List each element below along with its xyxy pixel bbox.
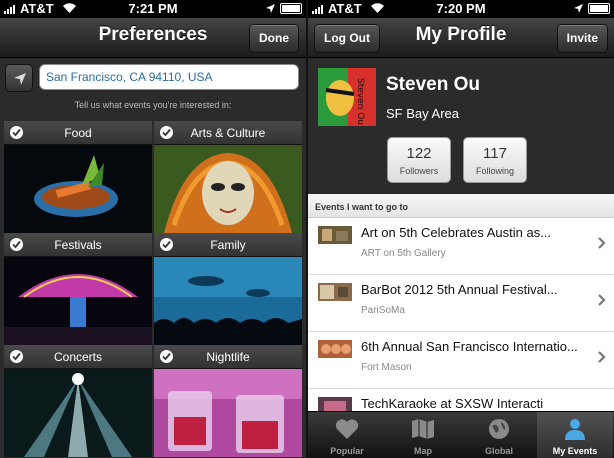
interests-hint: Tell us what events you're interested in… (74, 100, 232, 110)
event-venue: PariSoMa (361, 305, 405, 316)
map-icon (412, 419, 434, 439)
following-button[interactable]: 117 Following (463, 137, 527, 183)
profile-name: Steven Ou (386, 74, 480, 95)
battery-icon (280, 3, 302, 14)
following-label: Following (475, 166, 515, 176)
heart-icon (335, 419, 359, 439)
event-title: BarBot 2012 5th Annual Festival... (361, 282, 558, 297)
category-label: Festivals (54, 238, 102, 252)
followers-count: 122 (406, 145, 432, 162)
event-title: Art on 5th Celebrates Austin as... (361, 225, 552, 240)
battery-icon (588, 3, 610, 14)
event-title: 6th Annual San Francisco Internatio... (361, 339, 578, 354)
current-location-button[interactable] (5, 64, 33, 92)
category-label: Concerts (53, 350, 103, 364)
category-label: Family (210, 238, 246, 252)
category-tile-festivals[interactable]: Festivals (4, 233, 152, 345)
category-tile-food[interactable]: Food (4, 121, 152, 233)
avatar[interactable]: Steven Ou (318, 68, 376, 126)
done-button[interactable]: Done (249, 24, 299, 53)
food-image (4, 145, 152, 233)
tab-popular[interactable]: Popular (309, 412, 385, 458)
clock: 7:21 PM (128, 1, 178, 16)
event-row[interactable]: Art on 5th Celebrates Austin as... ART o… (308, 218, 614, 275)
status-bar: AT&T 7:20 PM (308, 0, 614, 18)
category-tile-concerts[interactable]: Concerts (4, 345, 152, 457)
nightlife-image (154, 369, 302, 457)
tab-label: Global (484, 446, 513, 456)
preferences-screen: AT&T 7:21 PM Preferences Done San Franci… (0, 0, 306, 458)
event-title: TechKaraoke at SXSW Interacti (361, 396, 544, 411)
invite-button[interactable]: Invite (556, 24, 608, 53)
category-tile-nightlife[interactable]: Nightlife (154, 345, 302, 457)
location-arrow-icon (266, 4, 275, 13)
nav-bar: Log Out My Profile Invite (308, 18, 614, 58)
event-thumbnail (318, 340, 352, 358)
status-bar: AT&T 7:21 PM (0, 0, 306, 18)
arts-culture-image (154, 145, 302, 233)
profile-location: SF Bay Area (386, 106, 459, 121)
chevron-right-icon (598, 351, 606, 363)
followers-label: Followers (399, 166, 439, 176)
event-venue: Fort Mason (361, 362, 412, 373)
event-thumbnail (318, 283, 352, 301)
person-icon (565, 419, 585, 440)
event-venue: ART on 5th Gallery (361, 248, 446, 259)
category-label: Arts & Culture (190, 126, 266, 140)
avatar-text: Steven Ou (355, 78, 365, 125)
tab-label: Map (414, 446, 432, 456)
category-tile-family[interactable]: Family (154, 233, 302, 345)
followers-button[interactable]: 122 Followers (387, 137, 451, 183)
tab-label: My Events (552, 446, 598, 456)
tab-global[interactable]: Global (461, 412, 537, 458)
clock: 7:20 PM (436, 1, 486, 16)
location-arrow-icon (14, 73, 26, 85)
chevron-right-icon (598, 294, 606, 306)
checkmark-icon (160, 126, 173, 139)
nav-bar: Preferences Done (0, 18, 306, 58)
event-row[interactable]: BarBot 2012 5th Annual Festival... PariS… (308, 275, 614, 332)
tab-map[interactable]: Map (385, 412, 461, 458)
concerts-image (4, 369, 152, 457)
checkmark-icon (160, 350, 173, 363)
profile-header: Steven Ou Steven Ou SF Bay Area 122 Foll… (308, 58, 614, 194)
festivals-image (4, 257, 152, 345)
checkmark-icon (10, 350, 23, 363)
tab-my-events[interactable]: My Events (537, 412, 613, 458)
event-thumbnail (318, 226, 352, 244)
profile-screen: AT&T 7:20 PM Log Out My Profile Invite S… (308, 0, 614, 458)
tab-bar: Popular Map Global My Events (308, 411, 614, 458)
following-count: 117 (483, 145, 507, 162)
location-row: San Francisco, CA 94110, USA (0, 58, 306, 96)
category-label: Nightlife (206, 350, 250, 364)
location-input[interactable]: San Francisco, CA 94110, USA (39, 64, 299, 90)
event-row[interactable]: 6th Annual San Francisco Internatio... F… (308, 332, 614, 389)
globe-icon (489, 419, 509, 439)
category-tile-arts-culture[interactable]: Arts & Culture (154, 121, 302, 233)
category-label: Food (64, 126, 92, 140)
tab-label: Popular (330, 446, 364, 456)
checkmark-icon (10, 126, 23, 139)
checkmark-icon (160, 238, 173, 251)
location-arrow-icon (574, 4, 583, 13)
chevron-right-icon (598, 237, 606, 249)
family-image (154, 257, 302, 345)
events-section-header: Events I want to go to (308, 196, 614, 218)
checkmark-icon (10, 238, 23, 251)
